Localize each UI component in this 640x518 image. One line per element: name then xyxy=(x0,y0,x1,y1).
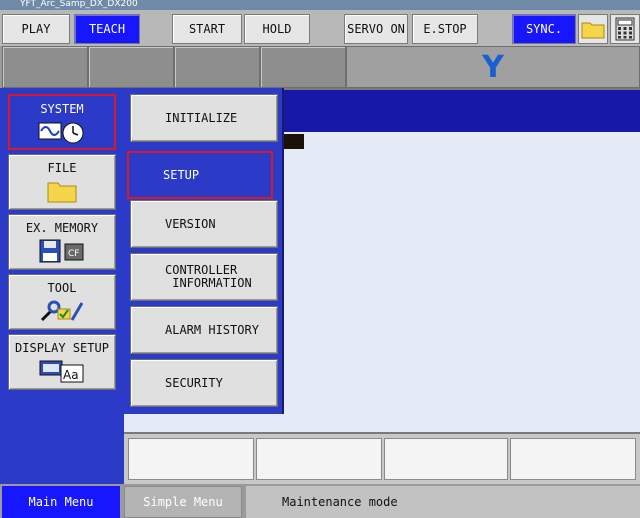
status-message: Maintenance mode xyxy=(246,486,640,518)
menu-display-setup[interactable]: DISPLAY SETUP Aa xyxy=(8,334,116,390)
menu-display-setup-label: DISPLAY SETUP xyxy=(15,341,109,355)
menu-tool-label: TOOL xyxy=(47,281,77,295)
menu-file[interactable]: FILE xyxy=(8,154,116,210)
menu-system-label: SYSTEM xyxy=(40,102,84,116)
window-title: YFT_Arc_Samp_DX_DX200 xyxy=(0,0,640,10)
axis-indicator: Y xyxy=(346,46,640,88)
svg-text:Aa: Aa xyxy=(63,368,79,382)
menu-ex-memory-label: EX. MEMORY xyxy=(25,221,99,235)
svg-text:CF: CF xyxy=(68,249,79,259)
play-button[interactable]: PLAY xyxy=(2,14,70,44)
function-key-3[interactable] xyxy=(384,438,508,480)
folder-icon xyxy=(9,178,115,204)
status-slot-4 xyxy=(260,46,346,88)
menu-ex-memory[interactable]: EX. MEMORY CF xyxy=(8,214,116,270)
servo-on-button[interactable]: SERVO ON xyxy=(344,14,408,44)
status-slot-2 xyxy=(88,46,174,88)
folder-button[interactable] xyxy=(578,14,608,44)
function-key-4[interactable] xyxy=(510,438,636,480)
folder-icon xyxy=(581,22,605,39)
submenu-initialize[interactable]: INITIALIZE xyxy=(130,94,278,142)
display-font-icon: Aa xyxy=(9,358,115,384)
text-cursor xyxy=(284,134,304,149)
estop-button[interactable]: E.STOP xyxy=(412,14,478,44)
hold-button[interactable]: HOLD xyxy=(244,14,310,44)
status-slot-3 xyxy=(174,46,260,88)
main-menu-tab[interactable]: Main Menu xyxy=(2,486,120,518)
submenu-security[interactable]: SECURITY xyxy=(130,359,278,407)
function-key-1[interactable] xyxy=(128,438,254,480)
submenu-version[interactable]: VERSION xyxy=(130,200,278,248)
system-clock-icon xyxy=(10,119,114,145)
tool-icon xyxy=(9,298,115,324)
function-key-2[interactable] xyxy=(256,438,382,480)
start-button[interactable]: START xyxy=(172,14,242,44)
submenu-controller-information[interactable]: CONTROLLER INFORMATION xyxy=(130,253,278,301)
teach-button[interactable]: TEACH xyxy=(74,14,140,44)
menu-tool[interactable]: TOOL xyxy=(8,274,116,330)
calculator-icon xyxy=(615,17,635,41)
simple-menu-tab[interactable]: Simple Menu xyxy=(124,486,242,518)
submenu-alarm-history[interactable]: ALARM HISTORY xyxy=(130,306,278,354)
submenu-setup[interactable]: SETUP xyxy=(127,151,273,199)
menu-system[interactable]: SYSTEM xyxy=(8,94,116,150)
sync-button[interactable]: SYNC. xyxy=(512,14,576,44)
floppy-cf-icon: CF xyxy=(9,238,115,264)
calculator-button[interactable] xyxy=(610,14,640,44)
menu-file-label: FILE xyxy=(47,161,77,175)
status-slot-1 xyxy=(2,46,88,88)
